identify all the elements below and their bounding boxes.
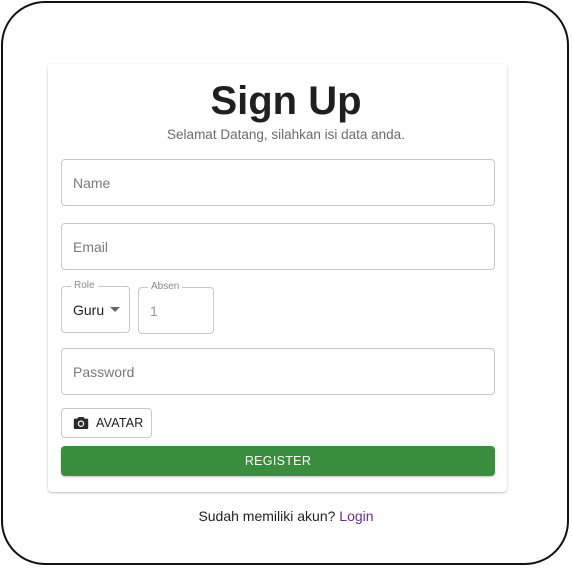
absen-placeholder: 1	[150, 302, 158, 319]
email-placeholder: Email	[73, 238, 109, 255]
role-label: Role	[71, 280, 98, 292]
avatar-button-label: AVATAR	[96, 416, 144, 430]
login-prompt: Sudah memiliki akun? Login	[0, 508, 572, 524]
email-field[interactable]: Email	[61, 223, 495, 270]
page-subtitle: Selamat Datang, silahkan isi data anda.	[167, 127, 405, 142]
role-value: Guru	[73, 301, 105, 318]
name-field[interactable]: Name	[61, 159, 495, 206]
page-title: Sign Up	[210, 79, 362, 123]
password-field[interactable]: Password	[61, 348, 495, 395]
login-link[interactable]: Login	[339, 508, 373, 524]
register-button[interactable]: REGISTER	[61, 446, 495, 476]
password-placeholder: Password	[73, 363, 135, 380]
avatar-upload-button[interactable]: AVATAR	[61, 408, 152, 438]
camera-icon	[73, 416, 89, 430]
name-placeholder: Name	[73, 174, 111, 191]
login-prompt-text: Sudah memiliki akun?	[198, 508, 336, 524]
absen-field[interactable]: Absen 1	[138, 281, 214, 334]
absen-label: Absen	[148, 281, 183, 293]
role-select[interactable]: Role Guru	[61, 280, 130, 333]
chevron-down-icon	[110, 307, 120, 312]
